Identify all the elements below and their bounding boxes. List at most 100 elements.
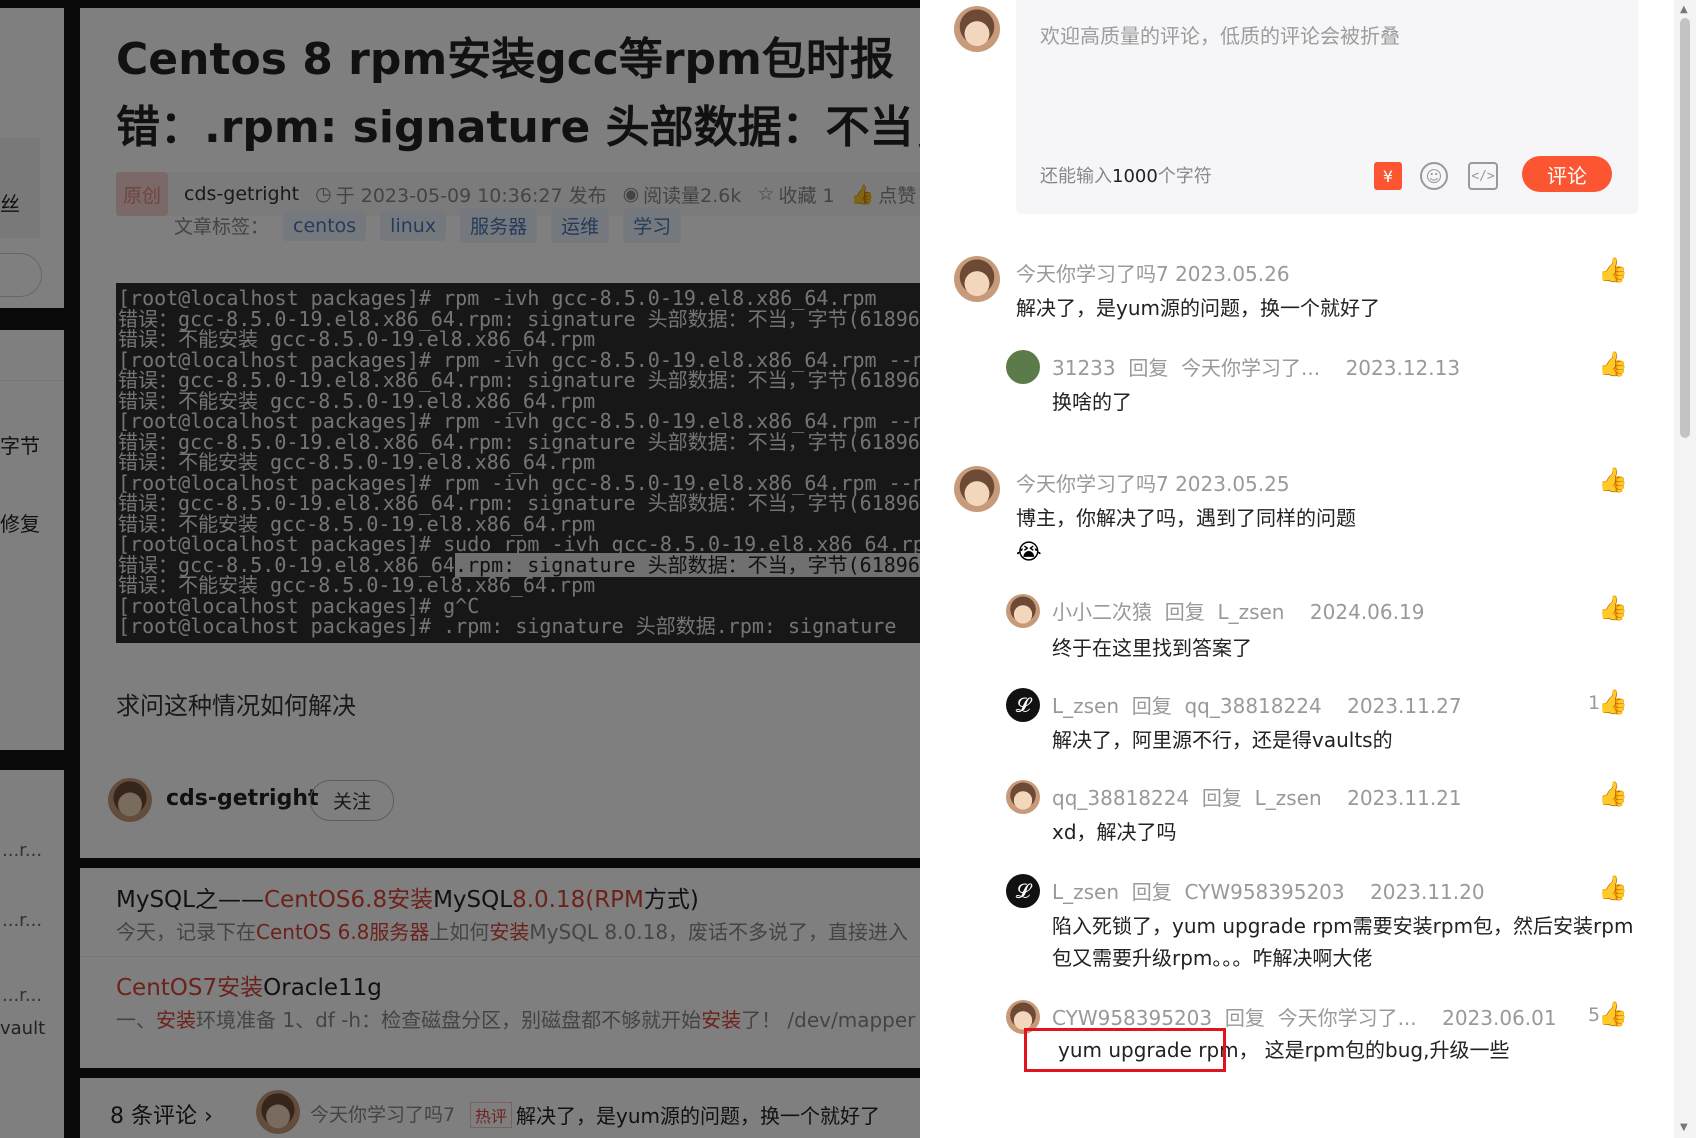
reply-text-line2: 包又需要升级rpm。。。咋解决啊大佬 [1052,946,1373,970]
reply-avatar[interactable] [1006,780,1040,814]
terminal-line: 错误：不能安装 gcc-8.5.0-19.el8.x86_64.rpm [118,327,596,351]
tags-label: 文章标签： [174,216,270,238]
reply-text: 终于在这里找到答案了 [1052,636,1252,660]
terminal-line: 错误：gcc-8.5.0-19.el8.x86_64.rpm: signatur… [118,368,932,392]
author-avatar[interactable] [108,778,152,822]
related-summary: 一、安装环境准备 1、df -h：检查磁盘分区，别磁盘都不够就开始安装了！ /d… [116,1008,916,1032]
author-name[interactable]: cds-getright [166,786,319,811]
comment-user[interactable]: 今天你学习了吗7 2023.05.26 [1016,258,1290,287]
like-icon[interactable]: 👍 [1598,688,1628,716]
reward-icon[interactable]: ¥ [1374,162,1402,190]
author-link[interactable]: cds-getright [184,183,299,205]
hot-badge: 热评 [470,1102,513,1128]
reply-text: 解决了，阿里源不行，还是得vaults的 [1052,728,1393,752]
follow-button[interactable]: 关注 [310,780,395,821]
like-icon[interactable]: 👍 [1598,350,1628,378]
top-comment-text: 解决了，是yum源的问题，换一个就好了 [516,1104,880,1128]
reply-header: 小小二次猿 回复 L_zsen 2024.06.19 [1052,600,1425,624]
like-icon[interactable]: 👍 [1598,874,1628,902]
left-fragment-text: ...r... [2,840,43,861]
tag-centos[interactable]: centos [283,210,367,241]
code-icon[interactable]: </> [1468,162,1498,190]
scrollbar[interactable]: ▲ ▼ [1674,0,1696,1138]
article-card: Centos 8 rpm安装gcc等rpm包时报错：.rpm: signatur… [80,8,940,856]
reply-text: xd，解决了吗 [1052,820,1177,844]
terminal-line: 错误：不能安装 gcc-8.5.0-19.el8.x86_64.rpm [118,450,596,474]
scroll-down-icon[interactable]: ▼ [1680,1122,1688,1133]
terminal-line: 错误：不能安装 gcc-8.5.0-19.el8.x86_64.rpm [118,573,596,597]
like-label[interactable]: 点赞 [878,181,916,208]
eye-icon: ◉ [622,183,640,205]
terminal-line: [root@localhost packages]# .rpm: signatu… [118,614,897,638]
terminal-line: 错误：gcc-8.5.0-19.el8.x86_64.rpm: signatur… [118,306,932,331]
publish-date: 于 2023-05-09 10:36:27 发布 [335,184,607,207]
scroll-up-icon[interactable]: ▲ [1680,4,1688,15]
left-sidebar-card-3: ...r... ...r... ...r... vault [0,770,64,1138]
reply-avatar[interactable]: 𝓛 [1006,688,1040,722]
related-title[interactable]: MySQL之——CentOS6.8安装MySQL8.0.18(RPM方式) [116,880,699,914]
highlight-annotation [1024,1028,1226,1072]
left-fragment-text: 字节 [0,434,40,458]
emoji-icon[interactable]: ☺ [1420,162,1448,190]
char-counter: 还能输入1000个字符 [1040,166,1212,187]
comments-panel: 欢迎高质量的评论，低质的评论会被折叠 还能输入1000个字符 ¥ ☺ </> 评… [920,0,1696,1138]
comment-text: 解决了，是yum源的问题，换一个就好了 [1016,296,1380,320]
terminal-line: [root@localhost packages]# rpm -ivh gcc-… [118,286,877,310]
left-fragment-text: 修复 [0,512,40,536]
scrollbar-thumb[interactable] [1680,18,1690,438]
reply-header: qq_38818224 回复 L_zsen 2023.11.21 [1052,786,1462,810]
divider [80,956,940,957]
clock-icon: ◷ [315,183,332,205]
reply-header: L_zsen 回复 qq_38818224 2023.11.27 [1052,694,1462,718]
thumbs-up-icon[interactable]: 👍 [851,183,875,206]
submit-comment-button[interactable]: 评论 [1522,156,1612,192]
original-badge: 原创 [116,172,168,216]
comment-avatar[interactable] [954,466,1000,512]
tag-study[interactable]: 学习 [623,208,682,243]
left-sidebar-card: 丝 [0,8,64,308]
terminal-line: 错误：不能安装 gcc-8.5.0-19.el8.x86_64.rpm [118,511,596,536]
like-icon[interactable]: 👍 [1598,256,1628,284]
screen: 丝 字节 修复 ...r... ...r... ...r... vault Ce… [0,0,1696,1138]
tag-linux[interactable]: linux [380,210,447,241]
reply-avatar[interactable] [1006,594,1040,628]
top-comment-user: 今天你学习了吗7 [310,1104,456,1126]
terminal-line: 错误：不能安装 gcc-8.5.0-19.el8.x86_64.rpm [118,388,596,413]
reply-avatar[interactable]: 𝓛 [1006,874,1040,908]
reply-text: 换啥的了 [1052,390,1132,414]
terminal-screenshot: [root@localhost packages]# rpm -ivh gcc-… [116,283,940,643]
left-sidebar-button[interactable] [0,253,42,297]
tag-server[interactable]: 服务器 [460,208,538,243]
like-icon[interactable]: 👍 [1598,1000,1628,1028]
my-avatar [954,6,1000,52]
reply-header: CYW958395203 回复 今天你学习了... 2023.06.01 [1052,1006,1557,1030]
comment-editor[interactable]: 欢迎高质量的评论，低质的评论会被折叠 还能输入1000个字符 ¥ ☺ </> 评… [1016,0,1638,214]
reply-header: L_zsen 回复 CYW958395203 2023.11.20 [1052,880,1485,904]
article-question: 求问这种情况如何解决 [116,692,356,720]
comment-user[interactable]: 今天你学习了吗7 2023.05.25 [1016,468,1290,497]
like-icon[interactable]: 👍 [1598,780,1628,808]
tag-ops[interactable]: 运维 [551,208,610,243]
terminal-line: 错误：gcc-8.5.0-19.el8.x86_64.rpm: signatur… [118,491,932,515]
like-icon[interactable]: 👍 [1598,466,1628,494]
favorite-count[interactable]: 收藏 1 [778,181,834,208]
terminal-line: [root@localhost packages]# sudo rpm -ivh… [118,532,937,556]
comment-avatar[interactable] [954,256,1000,302]
related-summary: 今天，记录下在CentOS 6.8服务器上如何安装MySQL 8.0.18，废话… [116,920,909,944]
left-fragment-text: ...r... [2,985,43,1006]
read-count: 阅读量2.6k [643,184,742,207]
top-comment-avatar [256,1090,300,1134]
comment-text: 博主，你解决了吗，遇到了同样的问题 [1016,506,1356,530]
reply-avatar[interactable] [1006,350,1040,384]
star-icon[interactable]: ☆ [757,183,774,205]
related-title[interactable]: CentOS7安装Oracle11g [116,968,382,1002]
left-fragment-text: 丝 [0,192,20,216]
comment-count-link[interactable]: 8 条评论 › [110,1098,213,1130]
terminal-line: [root@localhost packages]# g^C [118,593,480,618]
left-sidebar-card-2: 字节 修复 [0,330,64,750]
left-fragment-text: vault [0,1018,46,1039]
comment-placeholder[interactable]: 欢迎高质量的评论，低质的评论会被折叠 [1040,20,1400,49]
like-icon[interactable]: 👍 [1598,594,1628,622]
terminal-line: 错误：gcc-8.5.0-19.el8.x86_64.rpm: signatur… [118,552,932,577]
terminal-line: [root@localhost packages]# rpm -ivh gcc-… [118,347,940,372]
